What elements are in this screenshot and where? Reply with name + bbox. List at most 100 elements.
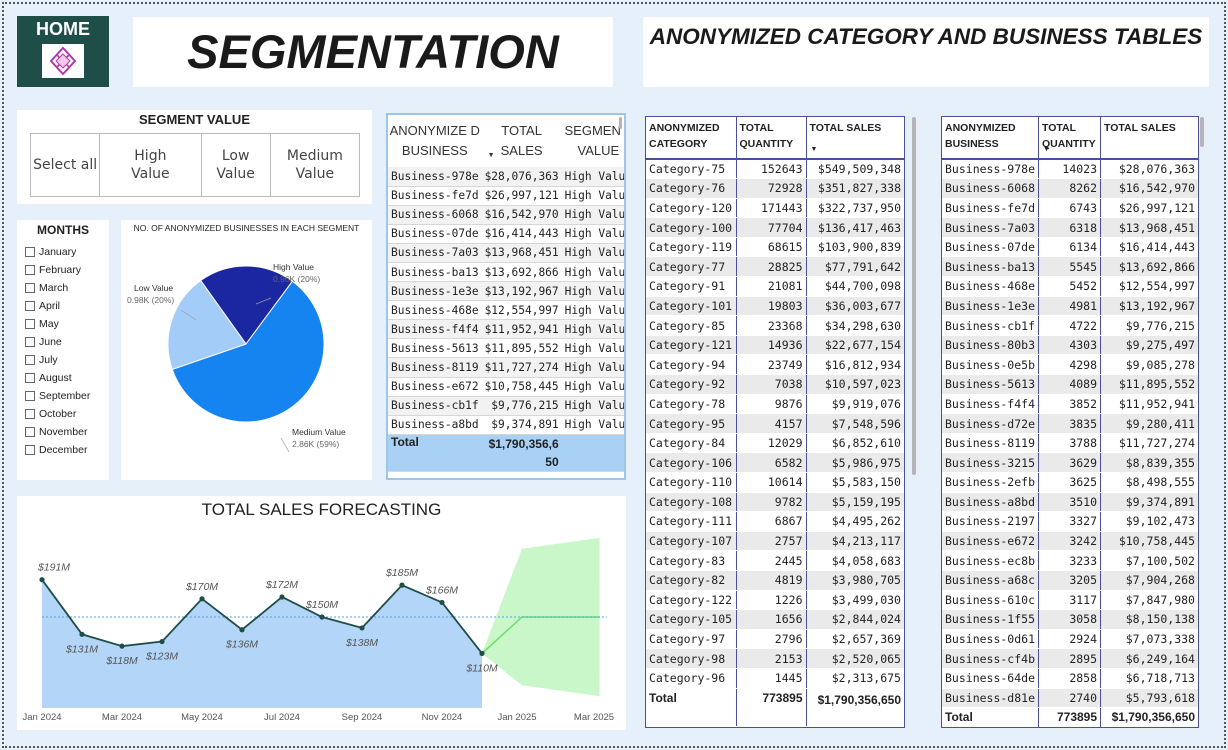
checkbox-icon[interactable]	[25, 445, 35, 455]
data-point[interactable]	[39, 577, 45, 583]
table-row[interactable]: Business-d72e 3835 $9,280,411	[942, 413, 1198, 434]
data-point[interactable]	[119, 643, 125, 649]
table-row[interactable]: Business-8119 3788 $11,727,274	[942, 433, 1198, 454]
table-row[interactable]: Business-1e3e 4981 $13,192,967	[942, 296, 1198, 317]
col-header-segment[interactable]: SEGMEN T VALUE	[562, 115, 625, 167]
month-item[interactable]: January	[25, 243, 90, 261]
table-row[interactable]: Business-5613 4089 $11,895,552	[942, 374, 1198, 395]
segment-option-low-value[interactable]: Low Value	[202, 134, 271, 196]
table-row[interactable]: Business-a8bd $9,374,891 High Value	[388, 415, 624, 435]
table-scrollbar[interactable]	[619, 117, 622, 129]
checkbox-icon[interactable]	[25, 355, 35, 365]
home-button[interactable]: HOME	[17, 16, 109, 87]
data-point[interactable]	[199, 596, 205, 602]
table-row[interactable]: Business-d81e 2740 $5,793,618	[942, 688, 1198, 709]
checkbox-icon[interactable]	[25, 337, 35, 347]
col-header-business[interactable]: ANONYMIZE D BUSINESS	[388, 115, 482, 167]
table-row[interactable]: Business-a68c 3205 $7,904,268	[942, 570, 1198, 591]
table-row[interactable]: Business-0e5b 4298 $9,085,278	[942, 354, 1198, 376]
table-row[interactable]: Category-120 171443 $322,737,950	[646, 198, 904, 219]
month-item[interactable]: May	[25, 315, 90, 333]
table-row[interactable]: Category-96 1445 $2,313,675	[646, 668, 904, 689]
table-row[interactable]: Business-fe7d $26,997,121 High Value	[388, 186, 624, 206]
checkbox-icon[interactable]	[25, 247, 35, 257]
data-point[interactable]	[399, 582, 405, 588]
table-row[interactable]: Business-cb1f $9,776,215 High Value	[388, 396, 624, 416]
table-row[interactable]: Business-cf4b 2895 $6,249,164	[942, 648, 1198, 669]
table-row[interactable]: Category-110 10614 $5,583,150	[646, 472, 904, 493]
month-item[interactable]: August	[25, 369, 90, 387]
table-row[interactable]: Category-85 23368 $34,298,630	[646, 315, 904, 336]
table-row[interactable]: Business-e672 $10,758,445 High Value	[388, 377, 624, 397]
table-row[interactable]: Category-121 14936 $22,677,154	[646, 335, 904, 356]
month-item[interactable]: September	[25, 387, 90, 405]
table-row[interactable]: Category-83 2445 $4,058,683	[646, 550, 904, 571]
table-row[interactable]: Business-978e $28,076,363 High Value	[388, 167, 624, 187]
segment-option-select-all[interactable]: Select all	[31, 134, 101, 196]
table-row[interactable]: Business-a8bd 3510 $9,374,891	[942, 492, 1198, 513]
data-point[interactable]	[359, 625, 365, 631]
checkbox-icon[interactable]	[25, 301, 35, 311]
table-row[interactable]: Business-64de 2858 $6,718,713	[942, 668, 1198, 689]
col-header-category[interactable]: ANONYMIZED CATEGORY	[646, 117, 737, 160]
table-row[interactable]: Business-7a03 $13,968,451 High Value	[388, 243, 624, 263]
table-row[interactable]: Category-76 72928 $351,827,338	[646, 178, 904, 199]
table-row[interactable]: Category-98 2153 $2,520,065	[646, 648, 904, 669]
table-row[interactable]: Category-92 7038 $10,597,023	[646, 374, 904, 395]
table-row[interactable]: Category-84 12029 $6,852,610	[646, 433, 904, 454]
table-row[interactable]: Business-5613 $11,895,552 High Value	[388, 338, 624, 359]
data-point[interactable]	[159, 638, 165, 645]
table-row[interactable]: Business-6068 8262 $16,542,970	[942, 178, 1198, 199]
table-row[interactable]: Category-82 4819 $3,980,705	[646, 570, 904, 591]
business-table-scrollbar[interactable]	[1200, 117, 1204, 147]
table-row[interactable]: Business-1e3e $13,192,967 High Value	[388, 281, 624, 302]
table-row[interactable]: Business-07de 6134 $16,414,443	[942, 237, 1198, 258]
data-point[interactable]	[319, 614, 325, 620]
table-row[interactable]: Business-f4f4 3852 $11,952,941	[942, 394, 1198, 415]
data-point[interactable]	[279, 594, 285, 600]
month-item[interactable]: December	[25, 441, 90, 459]
table-row[interactable]: Business-ba13 $13,692,866 High Value	[388, 262, 624, 283]
month-item[interactable]: March	[25, 279, 90, 297]
table-row[interactable]: Category-101 19803 $36,003,677	[646, 296, 904, 317]
month-item[interactable]: February	[25, 261, 90, 279]
checkbox-icon[interactable]	[25, 373, 35, 383]
table-row[interactable]: Category-106 6582 $5,986,975	[646, 452, 904, 473]
table-row[interactable]: Category-91 21081 $44,700,098	[646, 276, 904, 297]
table-row[interactable]: Business-468e 5452 $12,554,997	[942, 276, 1198, 297]
month-item[interactable]: November	[25, 423, 90, 441]
table-row[interactable]: Category-78 9876 $9,919,076	[646, 394, 904, 415]
checkbox-icon[interactable]	[25, 319, 35, 329]
table-row[interactable]: Business-0d61 2924 $7,073,338	[942, 629, 1198, 650]
table-row[interactable]: Business-fe7d 6743 $26,997,121	[942, 198, 1198, 219]
table-row[interactable]: Category-105 1656 $2,844,024	[646, 609, 904, 630]
table-row[interactable]: Category-108 9782 $5,159,195	[646, 492, 904, 513]
col-header-quantity[interactable]: TOTAL QUANTITY ▼	[1038, 117, 1102, 160]
month-item[interactable]: April	[25, 297, 90, 315]
checkbox-icon[interactable]	[25, 391, 35, 401]
table-row[interactable]: Business-1f55 3058 $8,150,138	[942, 609, 1198, 630]
month-item[interactable]: October	[25, 405, 90, 423]
table-row[interactable]: Business-cb1f 4722 $9,776,215	[942, 315, 1198, 336]
col-header-quantity[interactable]: TOTAL QUANTITY	[736, 117, 807, 160]
table-row[interactable]: Business-2efb 3625 $8,498,555	[942, 472, 1198, 493]
table-row[interactable]: Business-7a03 6318 $13,968,451	[942, 217, 1198, 238]
month-item[interactable]: June	[25, 333, 90, 351]
table-row[interactable]: Business-2197 3327 $9,102,473	[942, 511, 1198, 532]
table-row[interactable]: Category-107 2757 $4,213,117	[646, 531, 904, 552]
checkbox-icon[interactable]	[25, 283, 35, 293]
table-row[interactable]: Business-8119 $11,727,274 High Value	[388, 357, 624, 378]
segment-option-high-value[interactable]: High Value	[100, 134, 202, 196]
col-header-business[interactable]: ANONYMIZED BUSINESS	[942, 117, 1040, 160]
table-row[interactable]: Business-3215 3629 $8,839,355	[942, 452, 1198, 473]
segment-option-medium-value[interactable]: Medium Value	[271, 134, 359, 196]
table-row[interactable]: Business-ba13 5545 $13,692,866	[942, 256, 1198, 278]
data-point[interactable]	[479, 650, 485, 656]
col-header-total-sales[interactable]: TOTAL SALES ▼	[482, 115, 562, 167]
table-row[interactable]: Business-80b3 4303 $9,275,497	[942, 335, 1198, 356]
col-header-sales[interactable]: TOTAL SALES	[1100, 117, 1198, 160]
category-table-scrollbar[interactable]	[912, 117, 916, 475]
col-header-sales[interactable]: TOTAL SALES ▼	[806, 117, 904, 160]
table-row[interactable]: Category-75 152643 $549,509,348	[646, 159, 904, 180]
table-row[interactable]: Category-94 23749 $16,812,934	[646, 354, 904, 376]
